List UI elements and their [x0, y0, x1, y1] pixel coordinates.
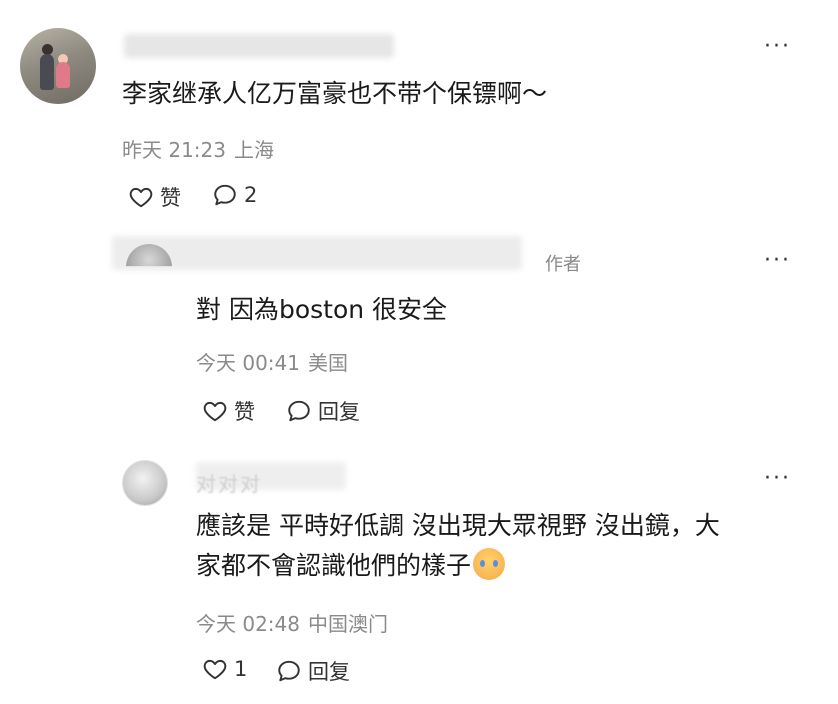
username-blurred[interactable]	[124, 34, 394, 58]
username[interactable]: 对对对	[196, 468, 262, 497]
comment-location: 中国澳门	[308, 612, 388, 636]
comment-time: 今天 02:48	[196, 612, 300, 636]
like-count: 1	[234, 657, 248, 681]
comment-text: 應該是 平時好低調 沒出現大眾視野 沒出鏡，大 家都不會認識他們的樣子	[196, 506, 796, 586]
comment-meta: 今天 00:41 美国	[196, 347, 356, 376]
heart-icon	[129, 187, 153, 208]
heart-icon	[203, 659, 227, 680]
like-label: 赞	[234, 400, 255, 424]
comment-line-with-emoji: 家都不會認識他們的樣子	[196, 546, 796, 586]
comment-bubble-icon	[278, 660, 300, 682]
avatar[interactable]	[20, 28, 96, 104]
comment-time: 今天 00:41	[196, 351, 300, 375]
reply-button[interactable]: 回复	[276, 656, 350, 686]
comment-line: 應該是 平時好低調 沒出現大眾視野 沒出鏡，大	[196, 511, 720, 540]
crying-face-emoji-icon	[473, 548, 506, 580]
comment-bubble-icon	[214, 184, 236, 206]
username-blurred[interactable]	[112, 236, 522, 270]
comment-meta: 今天 02:48 中国澳门	[196, 608, 396, 637]
comment-text: 對 因為boston 很安全	[196, 295, 448, 324]
comment-time: 昨天 21:23	[122, 138, 226, 162]
like-label: 赞	[160, 186, 181, 210]
more-options-icon[interactable]: ···	[764, 250, 791, 272]
like-button[interactable]: 1	[202, 656, 247, 682]
comment-line: 家都不會認識他們的樣子	[196, 551, 472, 580]
author-badge: 作者	[545, 254, 581, 275]
more-options-icon[interactable]: ···	[764, 468, 791, 490]
reply-label: 回复	[318, 400, 360, 424]
reply-label: 回复	[308, 660, 350, 684]
reply-count: 2	[244, 183, 258, 207]
reply-button[interactable]: 回复	[286, 396, 360, 426]
heart-icon	[203, 401, 227, 422]
comment-bubble-icon	[288, 400, 310, 422]
like-button[interactable]: 赞	[128, 182, 181, 212]
reply-button[interactable]: 2	[212, 182, 257, 208]
avatar[interactable]	[122, 460, 168, 506]
comment-location: 美国	[308, 351, 348, 375]
comment-text: 李家继承人亿万富豪也不带个保镖啊～	[122, 79, 548, 108]
like-button[interactable]: 赞	[202, 396, 255, 426]
comment-thread: ··· 李家继承人亿万富豪也不带个保镖啊～ 昨天 21:23 上海 赞 2 作者 …	[0, 0, 838, 704]
more-options-icon[interactable]: ···	[764, 36, 791, 58]
comment-location: 上海	[234, 138, 274, 162]
comment-meta: 昨天 21:23 上海	[122, 134, 282, 163]
